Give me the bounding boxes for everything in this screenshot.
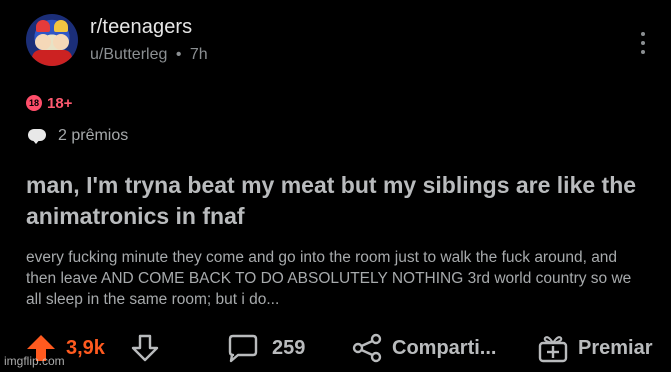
post-actions-bar: 3,9k 259 Comparti... Premiar [26,330,666,370]
kebab-dot [641,50,645,54]
imgflip-watermark: imgflip.com [4,354,65,368]
avatar-hat-yellow [54,20,68,32]
comments-count: 259 [272,336,306,359]
author-name[interactable]: u/Butterleg [90,46,167,63]
avatar-shirt [32,50,72,66]
nsfw-label: 18+ [47,94,73,112]
meta-separator: • [175,46,182,63]
share-button[interactable]: Comparti... [350,330,496,366]
avatar-face-left [35,34,51,50]
awards-row[interactable]: 2 prêmios [26,125,128,147]
kebab-dot [641,41,645,45]
post-time: 7h [189,46,208,63]
post-header: r/teenagers u/Butterleg • 7h [26,12,646,70]
share-icon [352,333,382,363]
avatar-hat-red [36,20,50,32]
awards-label: 2 prêmios [58,127,129,144]
post-body[interactable]: every fucking minute they come and go in… [26,247,646,310]
comment-bubble-icon [228,334,258,363]
upvote-count: 3,9k [66,336,105,359]
arrow-down-icon[interactable] [130,334,160,362]
award-bubble-tail [31,138,41,144]
nsfw-badge: 18 18+ [26,93,72,113]
award-label: Premiar [578,336,653,359]
share-label: Comparti... [392,336,497,359]
gift-icon [538,336,568,363]
comments-button[interactable]: 259 [226,330,305,366]
post-meta: u/Butterleg • 7h [90,46,208,64]
subreddit-name[interactable]: r/teenagers [90,16,192,39]
more-options-kebab-icon[interactable] [640,32,646,54]
avatar[interactable] [26,14,78,66]
avatar-face-right [53,34,69,50]
award-bubble-icon [26,127,48,145]
reddit-post-card: r/teenagers u/Butterleg • 7h 18 18+ 2 pr… [0,0,671,372]
downvote-group [130,330,160,366]
nsfw-icon: 18 [26,95,42,111]
kebab-dot [641,32,645,36]
award-button[interactable]: Premiar [536,330,653,366]
post-title[interactable]: man, I'm tryna beat my meat but my sibli… [26,170,646,232]
